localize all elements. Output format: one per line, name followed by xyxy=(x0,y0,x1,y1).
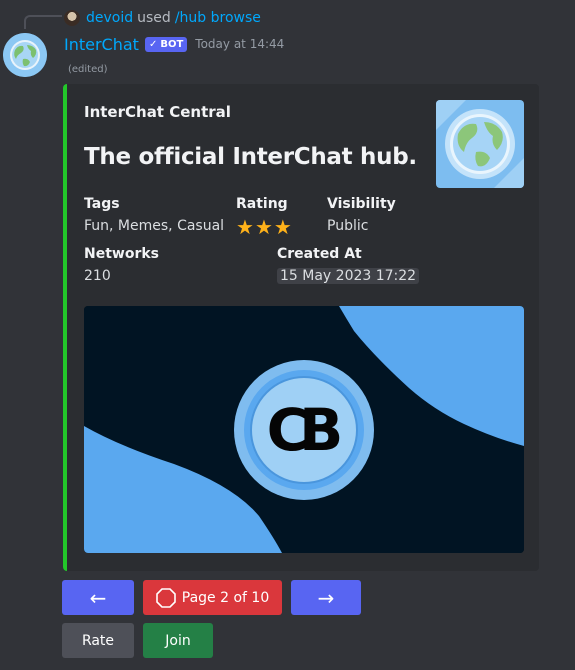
embed-author: InterChat Central xyxy=(84,103,231,121)
field-visibility: Visibility Public xyxy=(327,196,396,236)
left-arrow-icon: ← xyxy=(89,585,107,610)
stop-sign-icon xyxy=(155,587,176,608)
star-icon: ★ xyxy=(236,215,254,239)
globe-icon xyxy=(3,33,47,77)
embed-thumbnail[interactable] xyxy=(436,100,524,188)
embed-image[interactable]: CB xyxy=(84,306,524,553)
reply-avatar[interactable] xyxy=(64,10,80,26)
join-button[interactable]: Join xyxy=(143,623,213,658)
reply-username[interactable]: devoid xyxy=(86,10,133,26)
next-page-button[interactable]: → xyxy=(291,580,361,615)
field-networks-name: Networks xyxy=(84,246,160,262)
bot-tag: ✓ BOT xyxy=(144,36,188,52)
page-indicator-button[interactable]: Page 2 of 10 xyxy=(143,580,282,615)
field-created-at-value[interactable]: 15 May 2023 17:22 xyxy=(277,268,420,284)
star-icon: ★ xyxy=(254,215,273,239)
field-tags-value: Fun, Memes, Casual xyxy=(84,218,225,234)
field-tags-name: Tags xyxy=(84,196,120,212)
reply-context[interactable]: devoid used /hub browse xyxy=(64,8,261,28)
image-logo-text: CB xyxy=(266,395,344,464)
bot-tag-label: BOT xyxy=(160,38,184,50)
field-created-at: Created At 15 May 2023 17:22 xyxy=(277,246,420,286)
field-visibility-value: Public xyxy=(327,218,369,234)
globe-icon xyxy=(436,100,524,188)
field-rating-name: Rating xyxy=(236,196,288,212)
edited-indicator: (edited) xyxy=(68,64,108,75)
previous-page-button[interactable]: ← xyxy=(62,580,134,615)
reply-used-text: used xyxy=(137,10,171,26)
right-arrow-icon: → xyxy=(317,585,335,610)
reply-command[interactable]: /hub browse xyxy=(175,10,261,26)
field-networks-value: 210 xyxy=(84,268,111,284)
chat-message: devoid used /hub browse InterChat ✓ BOT … xyxy=(0,0,575,670)
field-created-at-name: Created At xyxy=(277,246,362,262)
rate-button[interactable]: Rate xyxy=(62,623,134,658)
message-timestamp[interactable]: Today at 14:44 xyxy=(195,37,284,51)
field-visibility-name: Visibility xyxy=(327,196,396,212)
join-button-label: Join xyxy=(165,632,191,649)
embed-title: The official InterChat hub. xyxy=(84,144,417,170)
star-icon: ★ xyxy=(273,215,292,239)
field-tags: Tags Fun, Memes, Casual xyxy=(84,196,224,236)
reply-connector xyxy=(24,15,62,29)
field-networks: Networks 210 xyxy=(84,246,159,286)
message-header: InterChat ✓ BOT Today at 14:44 xyxy=(64,32,284,56)
verified-check-icon: ✓ xyxy=(148,38,158,50)
hub-embed: InterChat Central The official InterChat… xyxy=(63,84,539,571)
page-indicator-label: Page 2 of 10 xyxy=(181,589,270,606)
rate-button-label: Rate xyxy=(81,632,115,649)
field-rating: Rating ★ ★ ★ xyxy=(236,196,292,237)
bot-username[interactable]: InterChat xyxy=(64,35,139,54)
bot-avatar[interactable] xyxy=(3,33,47,77)
rating-stars: ★ ★ ★ xyxy=(236,217,292,237)
